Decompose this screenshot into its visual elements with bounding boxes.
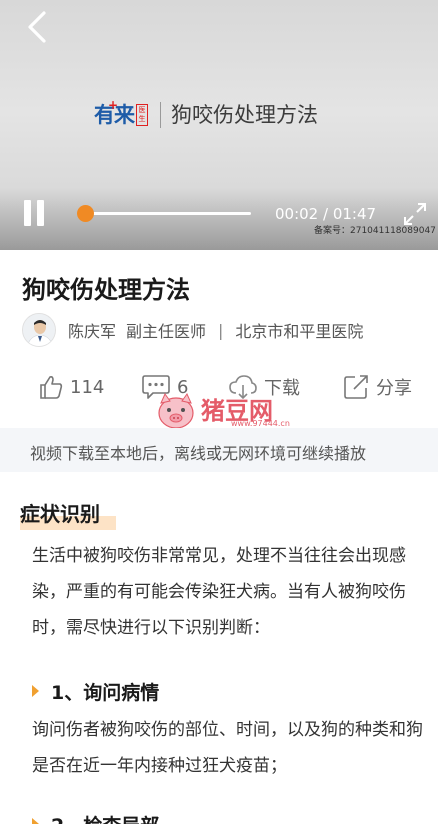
pause-button[interactable] xyxy=(24,200,48,226)
thumbs-up-icon xyxy=(40,376,63,399)
offline-tip-bar: 视频下载至本地后，离线或无网环境可继续播放 xyxy=(0,428,438,472)
subheading-inquiry-text: 1、询问病情 xyxy=(51,681,160,704)
watermark-url: www.97444.cn xyxy=(231,419,290,428)
share-label: 分享 xyxy=(376,378,412,399)
record-number: 备案号：271041118089047 xyxy=(314,226,436,236)
offline-tip-text: 视频下载至本地后，离线或无网环境可继续播放 xyxy=(30,444,367,463)
brand-divider xyxy=(160,102,161,128)
pause-icon xyxy=(24,200,31,226)
progress-knob[interactable] xyxy=(77,205,95,222)
video-brand: 有来 + 医生 狗咬伤处理方法 xyxy=(94,98,318,130)
pause-icon-bar xyxy=(37,200,44,226)
subheading-inquiry: 1、询问病情 xyxy=(32,676,159,706)
logo-badge: 医生 xyxy=(136,104,148,126)
share-icon xyxy=(344,375,368,399)
video-player[interactable]: 有来 + 医生 狗咬伤处理方法 00:02 / 01:47 备案号：271041… xyxy=(0,0,438,250)
logo-plus-icon: + xyxy=(108,98,119,112)
doctor-avatar-image xyxy=(23,314,55,346)
subheading-local-check-text: 2、检查局部 xyxy=(51,811,159,824)
doctor-hospital: 北京市和平里医院 xyxy=(235,322,364,341)
video-title: 狗咬伤处理方法 xyxy=(171,103,318,127)
doctor-title: 副主任医师 xyxy=(126,322,207,341)
site-watermark: 猪豆网 www.97444.cn xyxy=(155,391,290,431)
like-button[interactable]: 114 xyxy=(38,372,104,402)
paragraph-symptoms: 生活中被狗咬伤非常常见，处理不当往往会出现感染，严重的有可能会传染狂犬病。当有人… xyxy=(32,546,406,638)
paragraph-inquiry: 询问伤者被狗咬伤的部位、时间，以及狗的种类和狗是否在近一年内接种过狂犬疫苗； xyxy=(32,720,423,776)
chevron-left-icon xyxy=(28,11,46,43)
youlai-logo: 有来 + 医生 xyxy=(94,98,148,128)
section-heading: 症状识别 xyxy=(20,498,116,532)
progress-track[interactable] xyxy=(80,212,251,215)
doctor-avatar[interactable] xyxy=(22,313,56,347)
article-title: 狗咬伤处理方法 xyxy=(22,276,190,304)
doctor-name: 陈庆军 xyxy=(68,322,117,341)
back-button[interactable] xyxy=(22,10,52,44)
like-count: 114 xyxy=(70,376,105,398)
doctor-separator: | xyxy=(218,320,224,340)
pig-logo-icon xyxy=(158,392,194,429)
doctor-info[interactable]: 陈庆军 副主任医师 | 北京市和平里医院 xyxy=(22,312,363,348)
triangle-bullet-icon xyxy=(32,818,39,824)
time-display: 00:02 / 01:47 xyxy=(275,205,377,223)
share-button[interactable]: 分享 xyxy=(342,372,412,402)
subheading-local-check: 2、检查局部 xyxy=(32,812,159,824)
section-title: 症状识别 xyxy=(20,502,100,526)
triangle-bullet-icon xyxy=(32,685,39,697)
